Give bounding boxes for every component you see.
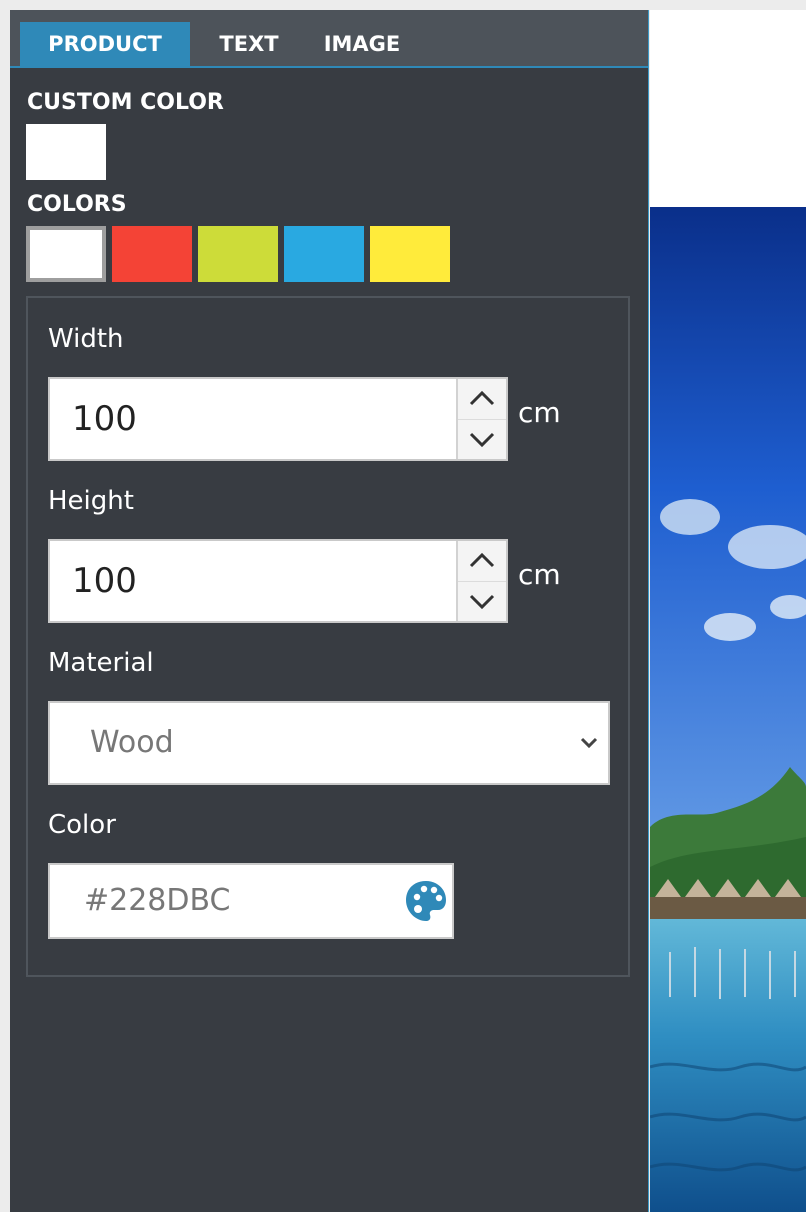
material-selected-value: Wood	[90, 725, 174, 760]
tab-bar: PRODUCT TEXT IMAGE	[10, 10, 648, 68]
tab-text[interactable]: TEXT	[194, 22, 304, 66]
colors-label: COLORS	[27, 192, 127, 217]
color-label: Color	[48, 810, 116, 840]
material-select[interactable]: Wood	[48, 701, 610, 785]
height-unit: cm	[518, 558, 561, 591]
color-swatch-blue[interactable]	[284, 226, 364, 282]
height-value: 100	[72, 561, 137, 601]
color-swatch-yellow[interactable]	[370, 226, 450, 282]
chevron-up-icon	[469, 552, 495, 568]
color-placeholder: #228DBC	[84, 883, 231, 918]
product-panel: PRODUCT TEXT IMAGE CUSTOM COLOR COLORS W…	[10, 10, 649, 1212]
height-decrement-button[interactable]	[458, 581, 506, 621]
custom-color-label: CUSTOM COLOR	[27, 90, 224, 115]
chevron-down-icon	[469, 432, 495, 448]
width-value: 100	[72, 399, 137, 439]
width-increment-button[interactable]	[458, 379, 506, 420]
width-unit: cm	[518, 396, 561, 429]
lagoon-image	[650, 207, 806, 1212]
tab-image[interactable]: IMAGE	[310, 22, 414, 66]
tropical-lagoon-photo	[650, 207, 806, 1212]
width-label: Width	[48, 324, 124, 354]
chevron-down-icon	[469, 594, 495, 610]
product-options-group: Width 100 cm Height 100 cm Material Wood…	[26, 296, 630, 977]
palette-icon[interactable]	[404, 879, 448, 923]
chevron-up-icon	[469, 390, 495, 406]
height-increment-button[interactable]	[458, 541, 506, 582]
height-label: Height	[48, 486, 134, 516]
color-input[interactable]: #228DBC	[48, 863, 454, 939]
height-stepper	[456, 541, 506, 621]
width-input[interactable]: 100	[48, 377, 508, 461]
color-swatch-red[interactable]	[112, 226, 192, 282]
tab-product[interactable]: PRODUCT	[20, 22, 190, 66]
height-input[interactable]: 100	[48, 539, 508, 623]
material-label: Material	[48, 648, 154, 678]
custom-color-swatch[interactable]	[26, 124, 106, 180]
color-swatch-lime[interactable]	[198, 226, 278, 282]
width-stepper	[456, 379, 506, 459]
chevron-down-icon	[580, 737, 598, 749]
color-swatch-white[interactable]	[26, 226, 106, 282]
design-canvas[interactable]	[650, 10, 806, 1212]
width-decrement-button[interactable]	[458, 419, 506, 459]
